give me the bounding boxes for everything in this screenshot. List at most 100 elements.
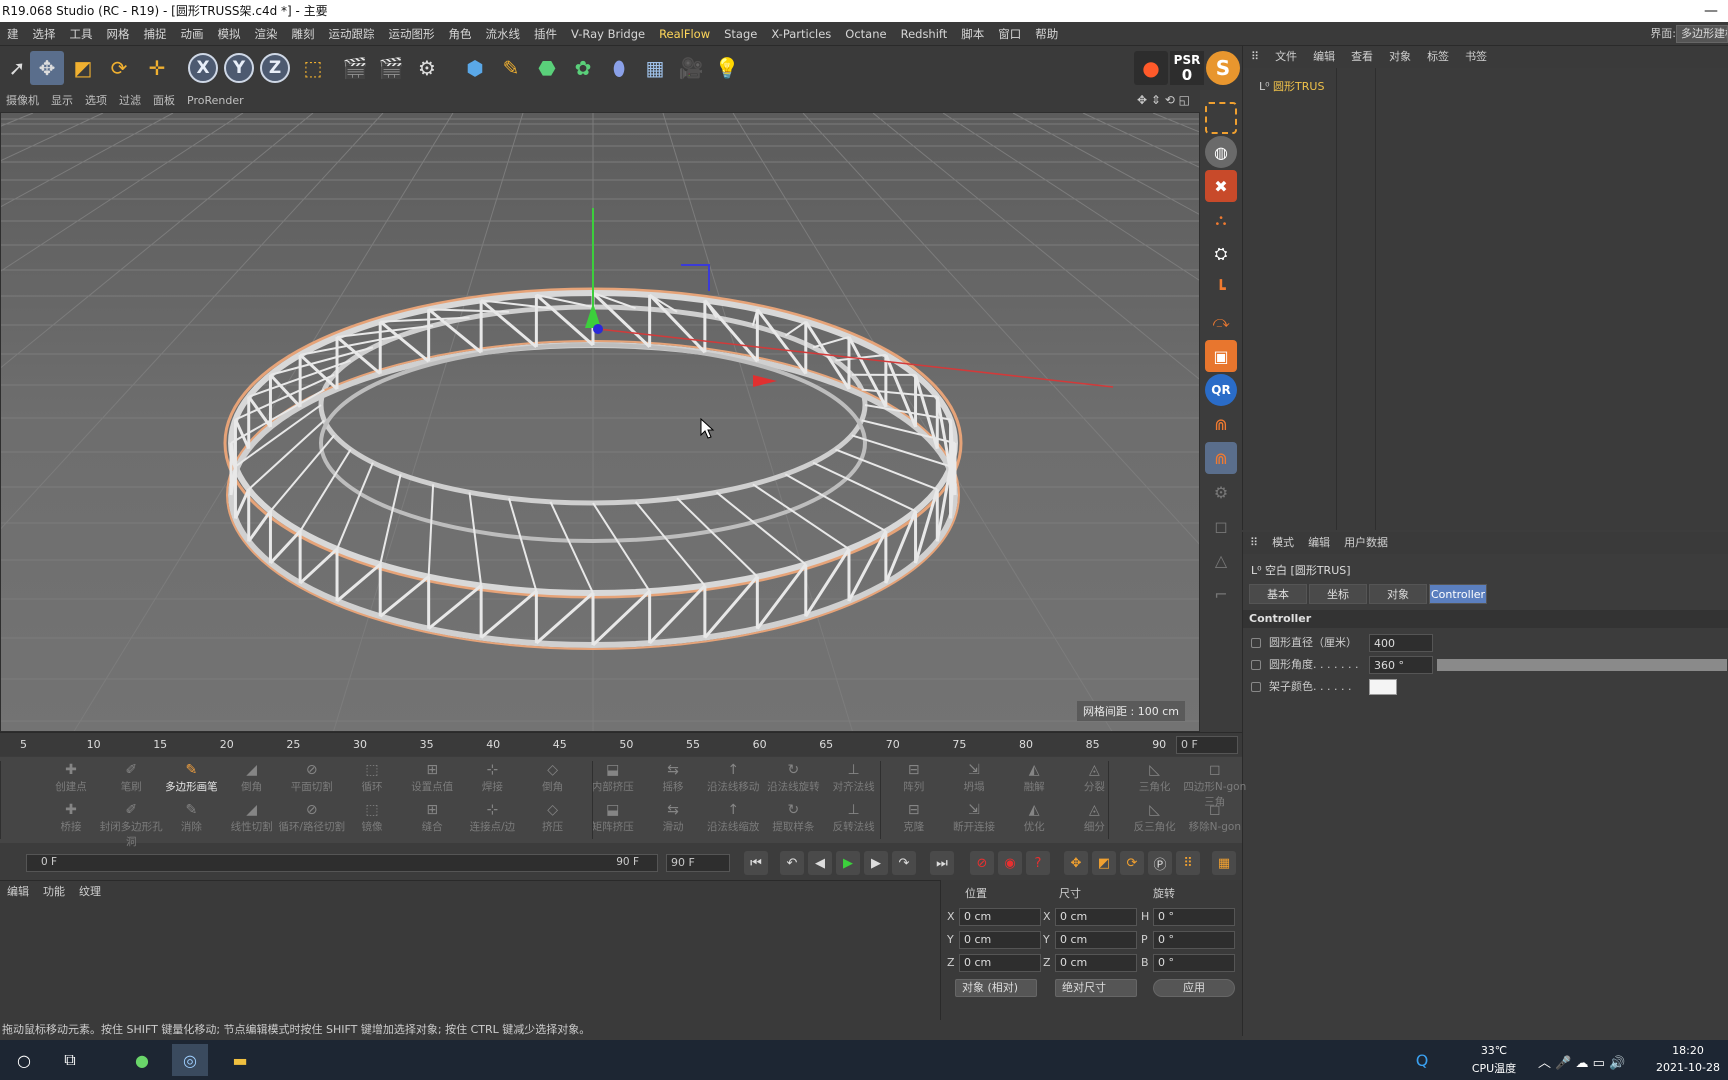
move-tool-icon[interactable]: ✥ [30, 51, 64, 85]
object-manager-menu-item[interactable]: 标签 [1419, 46, 1457, 68]
coordinate-system-icon[interactable]: ⬚ [296, 51, 330, 85]
minimize-icon[interactable]: — [1704, 0, 1718, 22]
viewport-menu-item[interactable]: 过滤 [113, 90, 147, 112]
menu-item[interactable]: 窗口 [991, 22, 1028, 46]
tab-1[interactable]: 坐标 [1309, 584, 1367, 604]
task-view-icon[interactable]: ⧉ [52, 1044, 88, 1076]
menu-item[interactable]: X-Particles [764, 22, 838, 46]
keyframe-icon[interactable] [1251, 660, 1261, 670]
color-swatch[interactable] [1369, 679, 1397, 695]
uv-mode-icon[interactable]: ⤼ [1205, 306, 1237, 338]
diameter-input[interactable]: 400 [1369, 634, 1433, 652]
tool-button[interactable]: ◻ 四边形N-gon三角 [1180, 761, 1250, 808]
tray-app-icon[interactable]: Q [1404, 1044, 1440, 1076]
layout-dropdown[interactable]: 多边形建模 [1676, 25, 1728, 43]
object-manager-menu-item[interactable]: 对象 [1381, 46, 1419, 68]
pen-spline-icon[interactable]: ✎ [494, 51, 528, 85]
menu-item[interactable]: 帮助 [1028, 22, 1065, 46]
current-frame-field[interactable]: 0 F [1176, 736, 1238, 754]
menu-item[interactable]: 建 [0, 22, 26, 46]
recent-tool-icon[interactable]: ✛ [140, 51, 174, 85]
menu-item[interactable]: 模拟 [211, 22, 248, 46]
points-mode-icon[interactable] [1205, 102, 1237, 134]
tab-3[interactable]: Controller [1429, 584, 1487, 604]
edges-mode-icon[interactable]: ⛭ [1205, 238, 1237, 270]
record-keys-icon[interactable]: ⊘ [970, 851, 994, 875]
attribute-manager-menu-item[interactable]: 模式 [1265, 532, 1301, 554]
floor-icon[interactable]: ▦ [638, 51, 672, 85]
search-circle-icon[interactable]: ○ [6, 1044, 42, 1076]
point-level-key-icon[interactable]: ⠿ [1176, 851, 1200, 875]
rot-h-input[interactable]: 0 ° [1153, 908, 1235, 926]
file-explorer-icon[interactable]: ▬ [222, 1044, 258, 1076]
menu-item[interactable]: 脚本 [954, 22, 991, 46]
parameter-key-icon[interactable]: Ⓟ [1148, 851, 1172, 875]
menu-item[interactable]: 选择 [26, 22, 63, 46]
menu-item[interactable]: 工具 [63, 22, 100, 46]
viewport-menu-item[interactable]: 选项 [79, 90, 113, 112]
object-manager-menu-item[interactable]: 编辑 [1305, 46, 1343, 68]
object-manager-menu-item[interactable]: 文件 [1267, 46, 1305, 68]
viewport-menu-item[interactable]: 摄像机 [0, 90, 45, 112]
rotation-key-icon[interactable]: ⟳ [1120, 851, 1144, 875]
go-to-end-icon[interactable]: ⏭ [930, 851, 954, 875]
size-x-input[interactable]: 0 cm [1055, 908, 1137, 926]
object-manager-menu-item[interactable]: 书签 [1457, 46, 1495, 68]
play-icon[interactable]: ▶ [836, 851, 860, 875]
menu-item[interactable]: 运动图形 [382, 22, 442, 46]
tab-0[interactable]: 基本 [1249, 584, 1307, 604]
tab-2[interactable]: 对象 [1369, 584, 1427, 604]
3d-viewport[interactable]: 网格间距 : 100 cm [0, 112, 1200, 732]
rotate-tool-icon[interactable]: ⟳ [102, 51, 136, 85]
previous-key-icon[interactable]: ↶ [780, 851, 804, 875]
deformer-icon[interactable]: ⬮ [602, 51, 636, 85]
polygons-mode-icon[interactable]: ┗ [1205, 272, 1237, 304]
object-manager-menu-item[interactable]: 查看 [1343, 46, 1381, 68]
next-key-icon[interactable]: ↷ [892, 851, 916, 875]
pos-y-input[interactable]: 0 cm [959, 931, 1041, 949]
clock-time[interactable]: 18:20 [1650, 1044, 1726, 1057]
y-axis-lock-icon[interactable]: Y [224, 53, 254, 83]
menu-item[interactable]: 渲染 [248, 22, 285, 46]
menu-item[interactable]: 网格 [100, 22, 137, 46]
camera-icon[interactable]: 🎥 [674, 51, 708, 85]
material-menu-item[interactable]: 编辑 [0, 881, 36, 903]
pos-x-input[interactable]: 0 cm [959, 908, 1041, 926]
menu-item[interactable]: 动画 [174, 22, 211, 46]
go-to-start-icon[interactable]: ⏮ [744, 851, 768, 875]
cinema4d-app-icon[interactable]: ◎ [172, 1044, 208, 1076]
cloner-icon[interactable]: ✿ [566, 51, 600, 85]
attribute-manager-menu-item[interactable]: 用户数据 [1337, 532, 1395, 554]
menu-item[interactable]: 插件 [527, 22, 564, 46]
qr-plugin-icon[interactable]: QR [1205, 374, 1237, 406]
tool-button[interactable]: ◻ 移除N-gon [1180, 801, 1250, 841]
keyframe-icon[interactable] [1251, 638, 1261, 648]
frame-range-slider[interactable]: 0 F 90 F [26, 854, 658, 872]
snap-icon[interactable]: ⋒ [1205, 408, 1237, 440]
render-settings-icon[interactable]: ⚙ [410, 51, 444, 85]
texture-mode-icon[interactable]: ◍ [1205, 136, 1237, 168]
menu-item[interactable]: 运动跟踪 [322, 22, 382, 46]
scale-key-icon[interactable]: ◩ [1092, 851, 1116, 875]
z-axis-lock-icon[interactable]: Z [260, 53, 290, 83]
model-mode-icon[interactable]: ✖ [1205, 170, 1237, 202]
previous-frame-icon[interactable]: ◀ [808, 851, 832, 875]
angle-input[interactable]: 360 ° [1369, 656, 1433, 674]
snap-settings-icon[interactable]: ⋒ [1205, 442, 1237, 474]
rot-b-input[interactable]: 0 ° [1153, 954, 1235, 972]
keyframe-selection-icon[interactable]: ? [1026, 851, 1050, 875]
menu-item[interactable]: Redshift [894, 22, 955, 46]
keyframe-icon[interactable] [1251, 682, 1261, 692]
object-relative-dropdown[interactable]: 对象 (相对) [955, 979, 1037, 997]
scale-tool-icon[interactable]: ◩ [66, 51, 100, 85]
size-z-input[interactable]: 0 cm [1055, 954, 1137, 972]
object-list-item[interactable]: L⁰ 圆形TRUS [1259, 78, 1324, 94]
size-y-input[interactable]: 0 cm [1055, 931, 1137, 949]
next-frame-icon[interactable]: ▶ [864, 851, 888, 875]
plugin-s-icon[interactable]: S [1206, 51, 1240, 85]
cube-object-icon[interactable]: ⬢ [458, 51, 492, 85]
end-frame-field[interactable]: 90 F [666, 854, 730, 872]
light-icon[interactable]: 💡 [710, 51, 744, 85]
object-axis-icon[interactable]: ▣ [1205, 340, 1237, 372]
pivot-point[interactable] [593, 324, 603, 334]
